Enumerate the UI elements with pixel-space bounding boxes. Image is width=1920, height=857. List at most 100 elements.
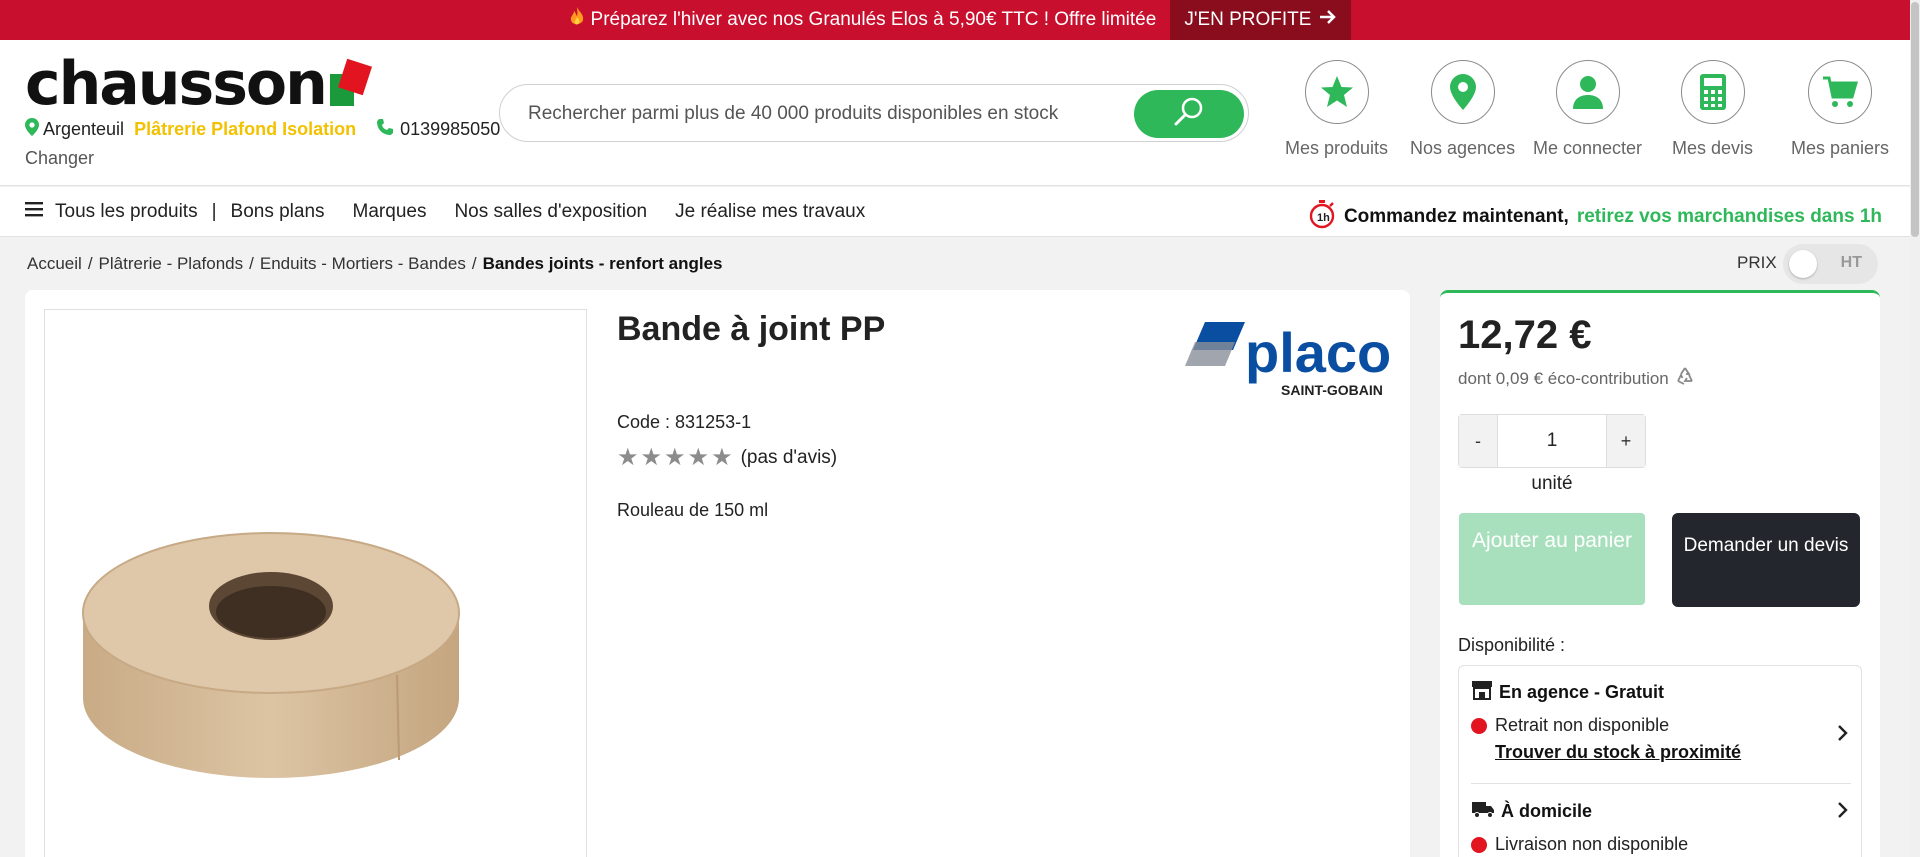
- delivery-status: Livraison non disponible: [1471, 834, 1849, 855]
- map-pin-icon: [1430, 60, 1495, 124]
- availability-box: En agence - Gratuit Retrait non disponib…: [1458, 665, 1862, 857]
- price-ht-toggle[interactable]: HT: [1783, 244, 1878, 284]
- promo-cta-button[interactable]: J'EN PROFITE: [1170, 0, 1352, 40]
- promo-message: Préparez l'hiver avec nos Granulés Elos …: [590, 9, 1157, 30]
- menu-separator: |: [211, 200, 217, 222]
- main-menu: Tous les produits | Bons plans Marques N…: [0, 187, 1910, 237]
- pickup-status: Retrait non disponible: [1471, 715, 1849, 736]
- menu-salles-exposition[interactable]: Nos salles d'exposition: [454, 201, 647, 223]
- site-header: chausson Argenteuil Plâtrerie Plafond Is…: [0, 40, 1910, 186]
- store-city: Argenteuil: [43, 119, 125, 139]
- nav-label: Nos agences: [1410, 138, 1516, 158]
- product-rating[interactable]: ★ ★ ★ ★ ★ (pas d'avis): [617, 446, 837, 470]
- timer-1h-icon: 1h: [1308, 199, 1336, 235]
- delivery-status-text: Livraison non disponible: [1495, 834, 1689, 854]
- nav-label: Mes produits: [1285, 138, 1389, 158]
- nav-mes-devis[interactable]: Mes devis: [1672, 60, 1753, 170]
- product-card: Bande à joint PP placo SAINT-GOBAIN Code…: [25, 290, 1410, 857]
- toggle-value: HT: [1840, 254, 1862, 271]
- store-location: Argenteuil Plâtrerie Plafond Isolation 0…: [25, 118, 500, 141]
- cart-icon: [1808, 60, 1873, 124]
- brand-logo-placo[interactable]: placo SAINT-GOBAIN: [1185, 320, 1405, 400]
- promo-banner: Préparez l'hiver avec nos Granulés Elos …: [0, 0, 1920, 40]
- breadcrumb-platrerie[interactable]: Plâtrerie - Plafonds: [99, 254, 244, 274]
- map-pin-icon: [25, 118, 39, 141]
- star-icon: [1304, 60, 1369, 124]
- request-quote-button[interactable]: Demander un devis: [1672, 513, 1860, 607]
- quantity-unit: unité: [1531, 473, 1573, 494]
- breadcrumb-sep: /: [249, 254, 254, 273]
- quantity-input[interactable]: [1497, 415, 1607, 467]
- chevron-right-icon: [1837, 722, 1849, 748]
- star-icon: ★: [711, 444, 733, 471]
- eco-contribution: dont 0,09 € éco-contribution: [1458, 366, 1695, 391]
- breadcrumb-enduits[interactable]: Enduits - Mortiers - Bandes: [260, 254, 466, 274]
- divider: [1471, 783, 1851, 784]
- chausson-logo[interactable]: chausson: [25, 54, 372, 114]
- menu-marques[interactable]: Marques: [353, 201, 427, 223]
- breadcrumb-sep: /: [87, 254, 93, 273]
- pickup-option[interactable]: En agence - Gratuit Retrait non disponib…: [1471, 680, 1849, 763]
- nav-label: Mes paniers: [1791, 138, 1890, 158]
- scrollbar-thumb[interactable]: [1911, 2, 1919, 237]
- status-unavailable-icon: [1471, 717, 1487, 734]
- calculator-icon: [1680, 60, 1745, 124]
- nav-nos-agences[interactable]: Nos agences: [1410, 60, 1515, 170]
- phone-number: 0139985050: [400, 119, 501, 139]
- tape-roll-image: [82, 532, 460, 778]
- product-description: Rouleau de 150 ml: [617, 500, 769, 520]
- add-to-cart-button[interactable]: Ajouter au panier: [1459, 513, 1645, 605]
- pickup-heading: En agence - Gratuit: [1471, 680, 1849, 705]
- search-button[interactable]: [1134, 90, 1244, 138]
- breadcrumb-sep: /: [471, 254, 477, 273]
- all-products-menu[interactable]: Tous les produits: [25, 201, 198, 223]
- svg-text:1h: 1h: [1317, 212, 1330, 224]
- menu-realise-travaux[interactable]: Je réalise mes travaux: [675, 201, 865, 223]
- click-collect-green: retirez vos marchandises dans 1h: [1576, 206, 1882, 227]
- promo-cta-label: J'EN PROFITE: [1184, 9, 1312, 30]
- all-products-label: Tous les produits: [55, 200, 198, 222]
- product-code: Code : 831253-1: [617, 412, 752, 432]
- page-scrollbar[interactable]: [1910, 0, 1920, 857]
- star-icon: ★: [640, 444, 663, 471]
- product-image[interactable]: [44, 309, 587, 857]
- user-icon: [1555, 60, 1620, 124]
- find-stock-link[interactable]: Trouver du stock à proximité: [1495, 742, 1849, 763]
- buy-panel: 12,72 € dont 0,09 € éco-contribution - +…: [1440, 290, 1880, 857]
- truck-icon: [1471, 799, 1495, 824]
- product-price: 12,72 €: [1458, 313, 1592, 357]
- menu-bons-plans[interactable]: Bons plans: [231, 201, 325, 223]
- brand-sub: SAINT-GOBAIN: [1281, 382, 1383, 398]
- click-collect-promo: 1h Commandez maintenant, retirez vos mar…: [1308, 199, 1882, 235]
- eco-text: dont 0,09 € éco-contribution: [1458, 368, 1669, 388]
- toggle-knob: [1789, 250, 1817, 278]
- promo-text-wrap: Préparez l'hiver avec nos Granulés Elos …: [569, 7, 1157, 33]
- nav-me-connecter[interactable]: Me connecter: [1533, 60, 1642, 170]
- hamburger-icon: [25, 201, 43, 222]
- nav-mes-produits[interactable]: Mes produits: [1285, 60, 1388, 170]
- search-bar: [499, 84, 1249, 142]
- star-icon: ★: [664, 444, 686, 471]
- breadcrumb-current: Bandes joints - renfort angles: [482, 254, 723, 273]
- availability-label: Disponibilité :: [1458, 635, 1566, 655]
- nav-label: Me connecter: [1533, 138, 1643, 158]
- click-collect-bold: Commandez maintenant,: [1343, 206, 1569, 227]
- search-icon: [1172, 95, 1206, 134]
- logo-mark-icon: [329, 58, 372, 106]
- breadcrumb-accueil[interactable]: Accueil: [27, 254, 82, 274]
- quantity-minus-button[interactable]: -: [1459, 415, 1497, 467]
- fire-icon: [569, 7, 585, 33]
- pickup-title: En agence - Gratuit: [1499, 682, 1665, 702]
- arrow-right-icon: [1319, 9, 1337, 31]
- product-title: Bande à joint PP: [617, 310, 886, 348]
- quantity-plus-button[interactable]: +: [1607, 415, 1645, 467]
- price-toggle-label: PRIX: [1737, 253, 1777, 272]
- status-unavailable-icon: [1471, 836, 1487, 853]
- delivery-heading: À domicile: [1471, 799, 1849, 824]
- nav-mes-paniers[interactable]: Mes paniers: [1791, 60, 1889, 170]
- delivery-option[interactable]: À domicile Livraison non disponible: [1471, 799, 1849, 855]
- quantity-stepper: - +: [1458, 414, 1646, 468]
- store-phone[interactable]: 0139985050: [376, 118, 500, 141]
- change-store-link[interactable]: Changer: [25, 148, 94, 169]
- search-input[interactable]: [528, 99, 1108, 129]
